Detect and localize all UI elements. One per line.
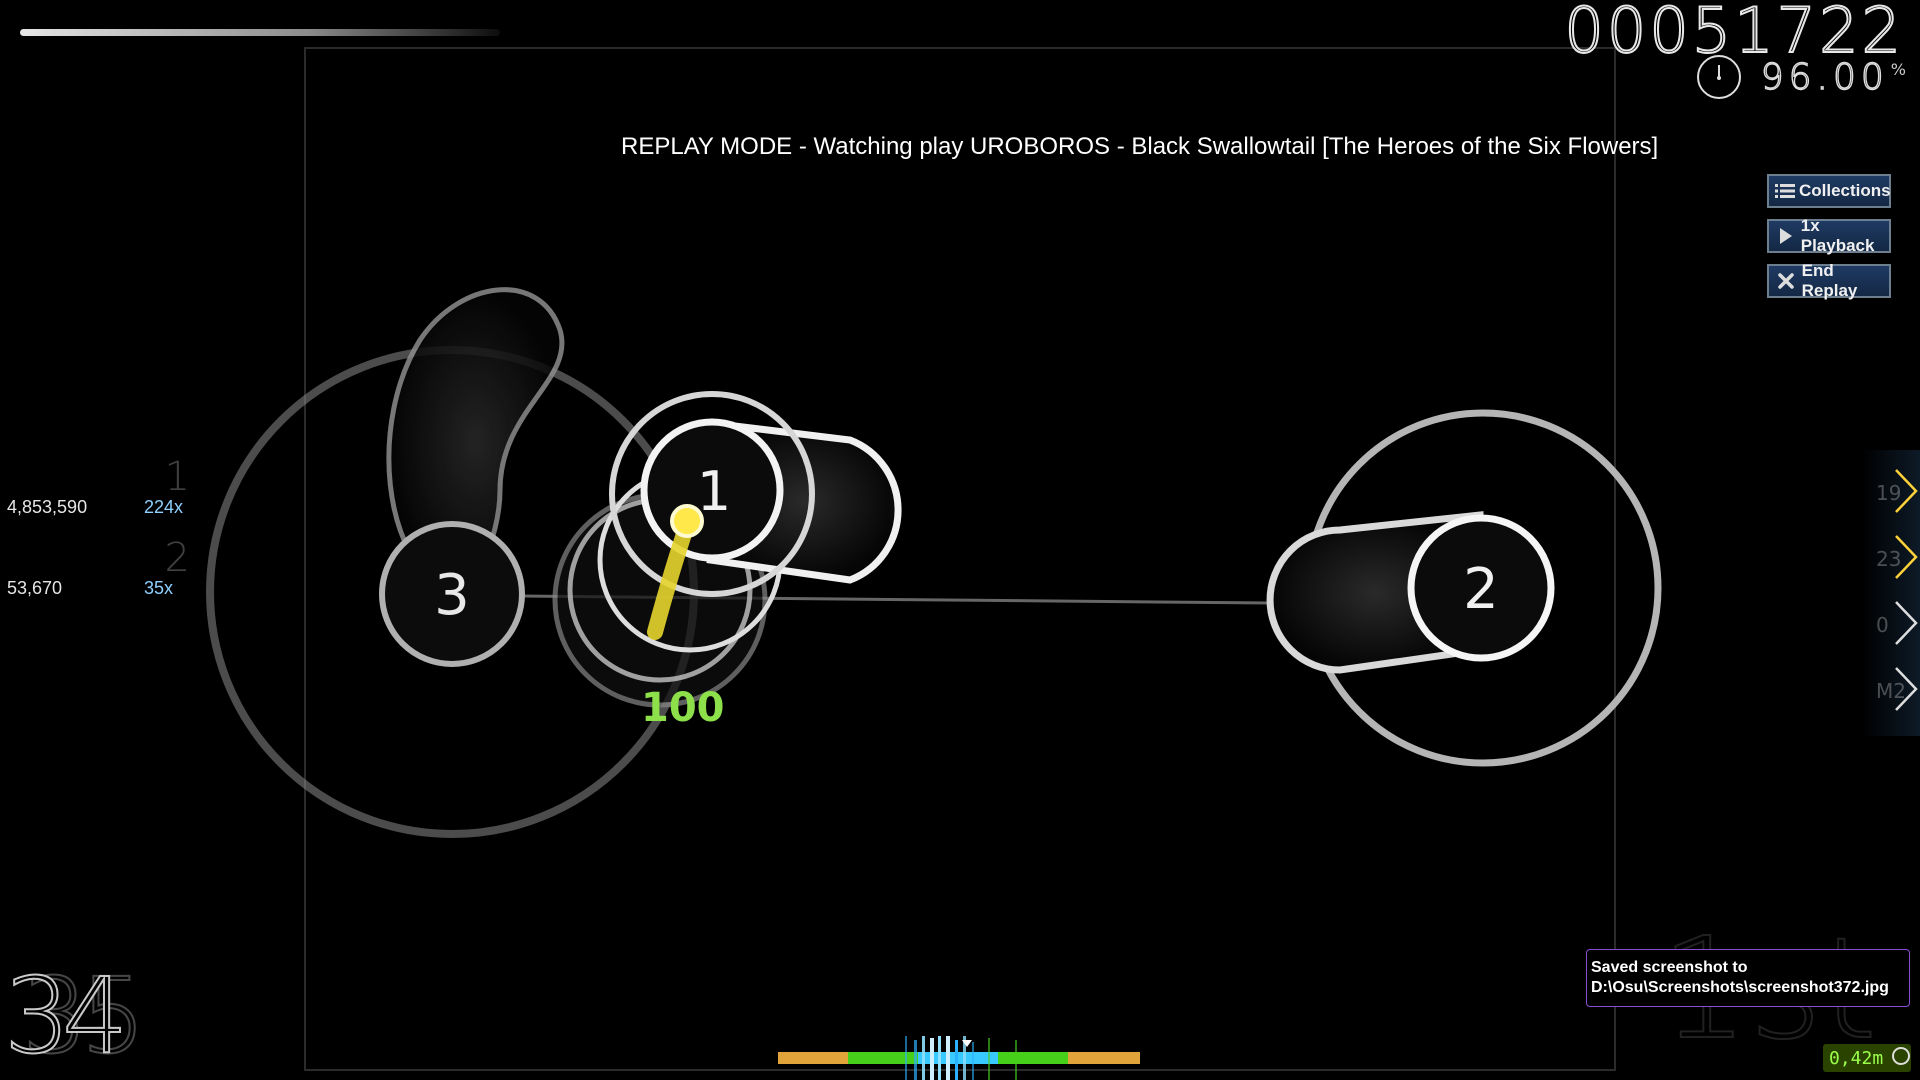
leaderboard-rank: 2 (164, 535, 190, 581)
leaderboard-rank: 1 (164, 454, 190, 500)
key-arrow-icon (1895, 535, 1918, 579)
notification-line-2: D:\Osu\Screenshots\screenshot372.jpg (1591, 979, 1889, 996)
accuracy-unit: % (1890, 60, 1906, 79)
key-arrow-icon (1895, 601, 1918, 645)
end-replay-label: End Replay (1801, 261, 1858, 300)
collections-label: Collections (1799, 181, 1891, 200)
play-icon (1775, 228, 1797, 244)
key-k2: 23 (1860, 528, 1920, 588)
hit-error-window-50 (1068, 1052, 1140, 1064)
leaderboard-score: 53,670 (7, 578, 63, 598)
hit-error-window-50 (778, 1052, 848, 1064)
hit-error-ticks (905, 1036, 1017, 1080)
song-progress-bar (20, 29, 500, 36)
combo-counter: 34 (3, 955, 129, 1077)
accuracy-display: 96.00 % (1696, 52, 1906, 102)
screenshot-notification[interactable]: Saved screenshot to D:\Osu\Screenshots\s… (1586, 949, 1910, 1007)
notification-line-1: Saved screenshot to (1591, 959, 1748, 976)
leaderboard-score: 4,853,590 (7, 497, 88, 517)
hit-circle-2-number: 2 (1463, 557, 1499, 622)
progress-clock-icon (1696, 55, 1741, 99)
key-count: 0 (1876, 613, 1889, 637)
playback-label: 1x Playback (1800, 216, 1875, 255)
leaderboard-combo: 35x (144, 578, 174, 598)
cursor (670, 504, 704, 538)
end-replay-button[interactable]: End Replay (1767, 261, 1891, 300)
leaderboard-entry: 1 4,853,590 224x (0, 454, 200, 542)
refresh-icon (1892, 1047, 1910, 1065)
collections-button[interactable]: Collections (1767, 174, 1891, 208)
leaderboard-combo: 224x (144, 497, 184, 517)
close-icon (1775, 273, 1798, 289)
list-icon (1775, 183, 1795, 199)
leaderboard-entry: 2 53,670 35x (0, 535, 200, 623)
key-m2: M2 (1860, 660, 1920, 720)
key-arrow-icon (1895, 667, 1918, 711)
accuracy-value: 96.00 (1760, 56, 1889, 98)
replay-banner: REPLAY MODE - Watching play UROBOROS - B… (621, 133, 1659, 160)
key-m1: 0 (1860, 594, 1920, 654)
key-k1: 19 (1860, 462, 1920, 522)
hit-circle-3-number: 3 (434, 563, 470, 628)
playfield: 3 1 2 (206, 47, 1662, 1071)
playback-speed-button[interactable]: 1x Playback (1767, 216, 1891, 255)
key-arrow-icon (1895, 469, 1918, 513)
judgement-100: 100 (641, 685, 725, 731)
